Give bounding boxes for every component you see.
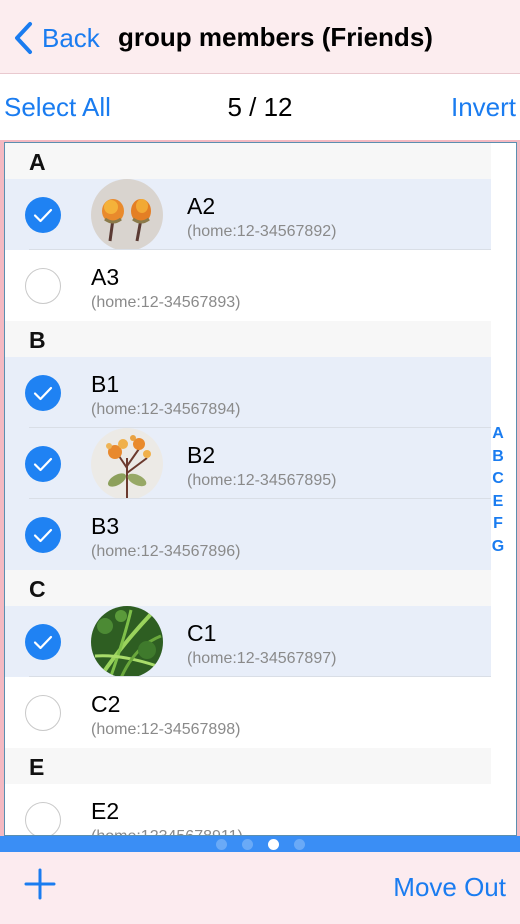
back-label: Back [42, 22, 100, 53]
page-dot[interactable] [241, 838, 253, 850]
member-phone: (home:12-34567894) [91, 401, 241, 418]
index-letter[interactable]: E [493, 491, 504, 514]
checkmark-icon [33, 386, 53, 401]
checkmark-icon [33, 208, 53, 223]
page-indicator[interactable] [0, 836, 520, 852]
member-row[interactable]: A3 (home:12-34567893) [5, 250, 491, 321]
member-list[interactable]: A A2 (home:12-34567892) A3 (home:12-34567893… [4, 142, 517, 836]
member-name: C1 [187, 620, 217, 646]
member-phone: (home:12345678911) [91, 828, 243, 835]
move-out-button[interactable]: Move Out [393, 872, 506, 903]
navigation-bar: Back group members (Friends) [0, 0, 520, 74]
section-header: A [5, 143, 491, 179]
member-phone: (home:12-34567893) [91, 294, 241, 311]
page-dot-active[interactable] [267, 838, 279, 850]
section-header: E [5, 748, 491, 784]
checkbox-checked[interactable] [25, 446, 61, 482]
page-dot[interactable] [215, 838, 227, 850]
member-row[interactable]: E2 (home:12345678911) [5, 784, 491, 835]
checkbox-unchecked[interactable] [25, 802, 61, 835]
member-name: A3 [91, 264, 120, 290]
member-name: E2 [91, 798, 120, 824]
chevron-left-icon [15, 22, 32, 54]
section-header: C [5, 570, 491, 606]
checkbox-checked[interactable] [25, 197, 61, 233]
member-phone: (home:12-34567897) [187, 650, 337, 667]
member-name: B3 [91, 513, 120, 539]
index-letter[interactable]: A [492, 423, 504, 446]
checkbox-checked[interactable] [25, 517, 61, 553]
page-title: group members (Friends) [118, 22, 433, 52]
index-letter[interactable]: C [492, 468, 504, 491]
checkmark-icon [33, 528, 53, 543]
page-dot[interactable] [293, 838, 305, 850]
member-row[interactable]: B3 (home:12-34567896) [5, 499, 491, 570]
index-letter[interactable]: G [492, 536, 504, 559]
member-row[interactable]: B2 (home:12-34567895) [5, 428, 491, 500]
member-phone: (home:12-34567892) [187, 223, 337, 240]
member-row[interactable]: C2 (home:12-34567898) [5, 677, 491, 748]
member-phone: (home:12-34567895) [187, 472, 337, 489]
member-name: B2 [187, 442, 216, 468]
index-letter[interactable]: B [492, 446, 504, 469]
section-index[interactable]: ABCEFG [486, 423, 510, 559]
section-header: B [5, 321, 491, 357]
member-list-content: A A2 (home:12-34567892) A3 (home:12-34567893… [5, 143, 491, 835]
select-all-button[interactable]: Select All [4, 92, 111, 123]
list-frame: A A2 (home:12-34567892) A3 (home:12-34567893… [0, 140, 520, 836]
member-row[interactable]: A2 (home:12-34567892) [5, 179, 491, 251]
invert-button[interactable]: Invert [451, 92, 516, 123]
member-name: B1 [91, 371, 120, 397]
member-row[interactable]: B1 (home:12-34567894) [5, 357, 491, 428]
checkmark-icon [33, 457, 53, 472]
checkbox-checked[interactable] [25, 375, 61, 411]
member-phone: (home:12-34567898) [91, 721, 241, 738]
avatar [91, 428, 163, 500]
checkbox-checked[interactable] [25, 624, 61, 660]
index-letter[interactable]: F [493, 513, 503, 536]
member-phone: (home:12-34567896) [91, 543, 241, 560]
checkmark-icon [33, 635, 53, 650]
checkbox-unchecked[interactable] [25, 695, 61, 731]
selection-toolbar: Select All 5 / 12 Invert [0, 74, 520, 140]
checkbox-unchecked[interactable] [25, 268, 61, 304]
avatar [91, 606, 163, 678]
back-button[interactable]: Back [12, 20, 100, 56]
member-name: C2 [91, 691, 121, 717]
add-member-button[interactable] [24, 868, 56, 900]
bottom-toolbar: Move Out [0, 852, 520, 924]
avatar [91, 179, 163, 251]
member-name: A2 [187, 193, 216, 219]
plus-icon [24, 868, 56, 900]
member-row[interactable]: C1 (home:12-34567897) [5, 606, 491, 678]
